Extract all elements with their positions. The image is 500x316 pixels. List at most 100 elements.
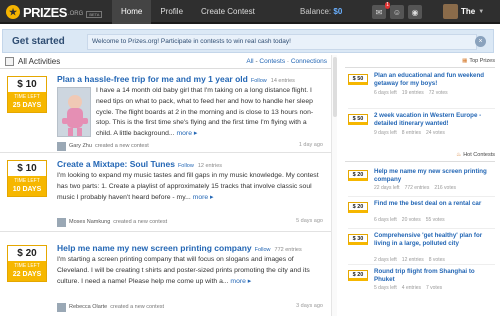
hot-contest-item: $ 30 Comprehensive 'get healthy' plan fo… bbox=[348, 232, 495, 263]
filter-connections[interactable]: Connections bbox=[291, 58, 327, 65]
user-name[interactable]: Gary Zhu bbox=[69, 143, 92, 149]
top-bar: ★ PRIZES .ORG BETA Home Profile Create C… bbox=[0, 0, 500, 24]
feed-item: $ 10 TIME LEFT 25 DAYS Plan a hassle-fre… bbox=[0, 69, 331, 153]
entries-count: 772 entries bbox=[274, 247, 302, 253]
contest-link[interactable]: Find me the best deal on a rental car bbox=[374, 200, 494, 208]
user-avatar[interactable] bbox=[57, 141, 66, 151]
globe-icon[interactable]: ◉ bbox=[408, 5, 422, 19]
user-avatar[interactable] bbox=[57, 302, 66, 312]
prize-amount: $ 20 bbox=[348, 202, 368, 213]
baby-photo-icon bbox=[58, 88, 90, 136]
activities-title: All Activities bbox=[18, 57, 61, 66]
user-name[interactable]: Rebecca Olarte bbox=[69, 304, 107, 310]
prize-badge: $ 20 TIME LEFT 22 DAYS bbox=[7, 245, 47, 282]
follow-link[interactable]: Follow bbox=[255, 247, 271, 253]
item-date: 3 days ago bbox=[296, 303, 323, 309]
feed-item: $ 20 TIME LEFT 22 DAYS Help me name my n… bbox=[0, 232, 331, 316]
logo-text: PRIZES bbox=[23, 4, 67, 20]
divider bbox=[348, 264, 495, 265]
filter-all[interactable]: All bbox=[246, 58, 253, 65]
users-icon[interactable]: ☺ bbox=[390, 5, 404, 19]
beta-badge: BETA bbox=[86, 10, 103, 18]
prize-amount: $ 10 bbox=[8, 161, 46, 176]
contest-description: I'm starting a screen printing company t… bbox=[57, 255, 325, 287]
follow-link[interactable]: Follow bbox=[251, 78, 267, 84]
contest-title[interactable]: Create a Mixtape: Soul Tunes Follow 12 ent… bbox=[57, 159, 222, 169]
entries-count: 20 votes bbox=[401, 217, 421, 223]
contest-link[interactable]: Plan an educational and fun weekend geta… bbox=[374, 72, 494, 88]
time-left-label: TIME LEFT bbox=[8, 92, 46, 101]
chevron-down-icon: ▼ bbox=[478, 8, 485, 15]
item-meta: Moses Namkung created a new contest 5 da… bbox=[57, 217, 323, 227]
follow-link[interactable]: Follow bbox=[178, 163, 194, 169]
contest-title-text[interactable]: Plan a hassle-free trip for me and my 1 … bbox=[57, 74, 248, 84]
days-left: 5 days left bbox=[374, 285, 397, 291]
mail-icon[interactable]: ✉ 1 bbox=[372, 2, 390, 19]
scrollbar[interactable] bbox=[331, 55, 337, 316]
close-icon[interactable]: × bbox=[475, 36, 486, 47]
entries-count: 12 entries bbox=[401, 257, 424, 263]
contest-link[interactable]: Comprehensive 'get healthy' plan for liv… bbox=[374, 232, 494, 248]
top-prize-item: $ 50 Plan an educational and fun weekend… bbox=[348, 72, 495, 108]
action-text: created a new contest bbox=[113, 219, 168, 225]
prize-amount: $ 20 bbox=[348, 270, 368, 281]
contest-stats: 6 days left 20 votes 55 votes bbox=[374, 217, 450, 223]
more-link[interactable]: more ▸ bbox=[193, 194, 214, 201]
hot-contest-item: $ 20 Help me name my new screen printing… bbox=[348, 168, 495, 196]
user-avatar[interactable] bbox=[57, 217, 66, 227]
contest-title[interactable]: Help me name my new screen printing comp… bbox=[57, 243, 302, 253]
top-icons: ✉ 1 ☺ ◉ bbox=[372, 2, 422, 19]
balance-label: Balance: bbox=[300, 7, 332, 16]
contest-title-text[interactable]: Help me name my new screen printing comp… bbox=[57, 243, 252, 253]
nav-create-contest[interactable]: Create Contest bbox=[192, 0, 264, 24]
hot-contests-label: Hot Contests bbox=[463, 152, 495, 158]
days-left: 2 days left bbox=[374, 257, 397, 263]
logo[interactable]: ★ PRIZES .ORG BETA bbox=[6, 4, 103, 20]
entries-count: 14 entries bbox=[270, 78, 295, 84]
scrollbar-thumb[interactable] bbox=[333, 57, 337, 117]
nav-home[interactable]: Home bbox=[112, 0, 152, 24]
activity-filter: All - Contests · Connections bbox=[246, 58, 327, 65]
avatar bbox=[443, 4, 458, 19]
entries-count: 8 entries bbox=[401, 130, 421, 136]
item-date: 5 days ago bbox=[296, 218, 323, 224]
user-menu[interactable]: The ▼ bbox=[443, 4, 484, 19]
nav-profile[interactable]: Profile bbox=[151, 0, 192, 24]
activities-header: All Activities All - Contests · Connecti… bbox=[0, 55, 331, 69]
contest-title-text[interactable]: Create a Mixtape: Soul Tunes bbox=[57, 159, 175, 169]
contest-image[interactable] bbox=[57, 87, 91, 137]
description-text: I'm looking to expand my music tastes an… bbox=[57, 172, 319, 201]
time-left-label: TIME LEFT bbox=[8, 261, 46, 270]
more-link[interactable]: more ▸ bbox=[230, 278, 251, 285]
contest-title[interactable]: Plan a hassle-free trip for me and my 1 … bbox=[57, 74, 295, 84]
contest-link[interactable]: Help me name my new screen printing comp… bbox=[374, 168, 494, 184]
contest-stats: 9 days left 8 entries 24 votes bbox=[374, 130, 450, 136]
prize-amount: $ 50 bbox=[348, 74, 368, 85]
hot-contests-header: ♨ Hot Contests bbox=[345, 152, 495, 162]
days-left: 6 days left bbox=[374, 90, 397, 96]
more-link[interactable]: more ▸ bbox=[176, 130, 197, 137]
votes-count: 24 votes bbox=[425, 130, 445, 136]
contest-stats: 22 days left 772 entries 216 votes bbox=[374, 185, 461, 191]
trophy-icon: ▦ bbox=[462, 58, 468, 64]
prize-amount: $ 50 bbox=[348, 114, 368, 125]
user-name: The bbox=[461, 7, 476, 16]
entries-count: 19 entries bbox=[401, 90, 424, 96]
main-nav: Home Profile Create Contest bbox=[112, 0, 264, 24]
days-left: 22 DAYS bbox=[8, 270, 46, 281]
prize-amount: $ 20 bbox=[8, 246, 46, 261]
get-started-banner: Get started Welcome to Prizes.org! Parti… bbox=[2, 29, 494, 53]
contest-link[interactable]: 2 week vacation in Western Europe - deta… bbox=[374, 112, 494, 128]
filter-contests[interactable]: Contests bbox=[259, 58, 285, 65]
description-text: I'm starting a screen printing company t… bbox=[57, 256, 310, 285]
balance[interactable]: Balance: $0 bbox=[300, 0, 342, 24]
feed-item: $ 10 TIME LEFT 10 DAYS Create a Mixtape:… bbox=[0, 153, 331, 232]
action-text: created a new contest bbox=[94, 143, 149, 149]
balance-value[interactable]: $0 bbox=[333, 7, 342, 16]
contest-link[interactable]: Round trip flight from Shanghai to Phuke… bbox=[374, 268, 494, 284]
user-name[interactable]: Moses Namkung bbox=[69, 219, 110, 225]
days-left: 22 days left bbox=[374, 185, 400, 191]
divider bbox=[348, 108, 495, 109]
prize-amount: $ 20 bbox=[348, 170, 368, 181]
top-prizes-header: ▦ Top Prizes bbox=[345, 58, 495, 68]
